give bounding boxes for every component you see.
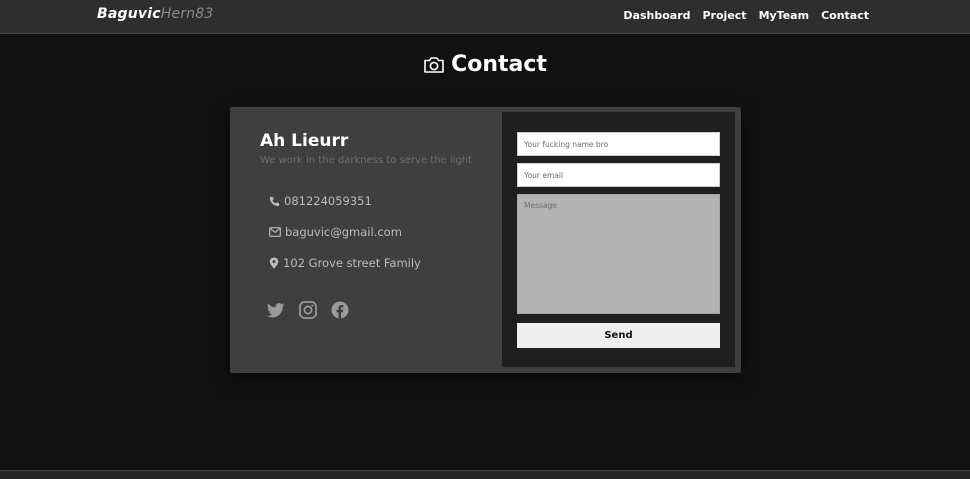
brand-logo[interactable]: BaguvicHern83 <box>97 6 214 22</box>
page-title-text: Contact <box>451 52 547 77</box>
nav-link-myteam[interactable]: MyTeam <box>759 9 810 22</box>
name-input[interactable] <box>517 132 720 156</box>
phone-number: 081224059351 <box>284 194 372 208</box>
footer-bar <box>0 470 970 479</box>
instagram-icon[interactable] <box>299 301 317 323</box>
map-pin-icon <box>269 257 279 269</box>
address-text: 102 Grove street Family <box>283 256 421 270</box>
contact-form: Send <box>502 112 735 367</box>
nav-link-contact[interactable]: Contact <box>821 9 869 22</box>
phone-icon <box>269 196 280 207</box>
phone-row: 081224059351 <box>269 194 372 208</box>
nav-link-dashboard[interactable]: Dashboard <box>623 9 690 22</box>
address-row: 102 Grove street Family <box>269 256 421 270</box>
contact-card: Ah Lieurr We work in the darkness to ser… <box>230 107 741 373</box>
top-navbar: BaguvicHern83 Dashboard Project MyTeam C… <box>0 0 970 34</box>
message-textarea[interactable] <box>517 194 720 314</box>
contact-tagline: We work in the darkness to serve the lig… <box>260 155 473 166</box>
email-input[interactable] <box>517 163 720 187</box>
contact-name: Ah Lieurr <box>260 131 349 151</box>
send-button[interactable]: Send <box>517 323 720 348</box>
camera-icon <box>423 56 445 74</box>
envelope-icon <box>269 227 281 237</box>
nav-link-project[interactable]: Project <box>703 9 747 22</box>
social-links <box>266 301 349 323</box>
page-title: Contact <box>0 52 970 77</box>
email-row: baguvic@gmail.com <box>269 225 402 239</box>
facebook-icon[interactable] <box>331 301 349 323</box>
email-address: baguvic@gmail.com <box>285 225 402 239</box>
brand-secondary: Hern83 <box>160 6 214 22</box>
twitter-icon[interactable] <box>266 302 285 322</box>
nav-links: Dashboard Project MyTeam Contact <box>623 9 869 22</box>
brand-primary: Baguvic <box>97 6 161 22</box>
